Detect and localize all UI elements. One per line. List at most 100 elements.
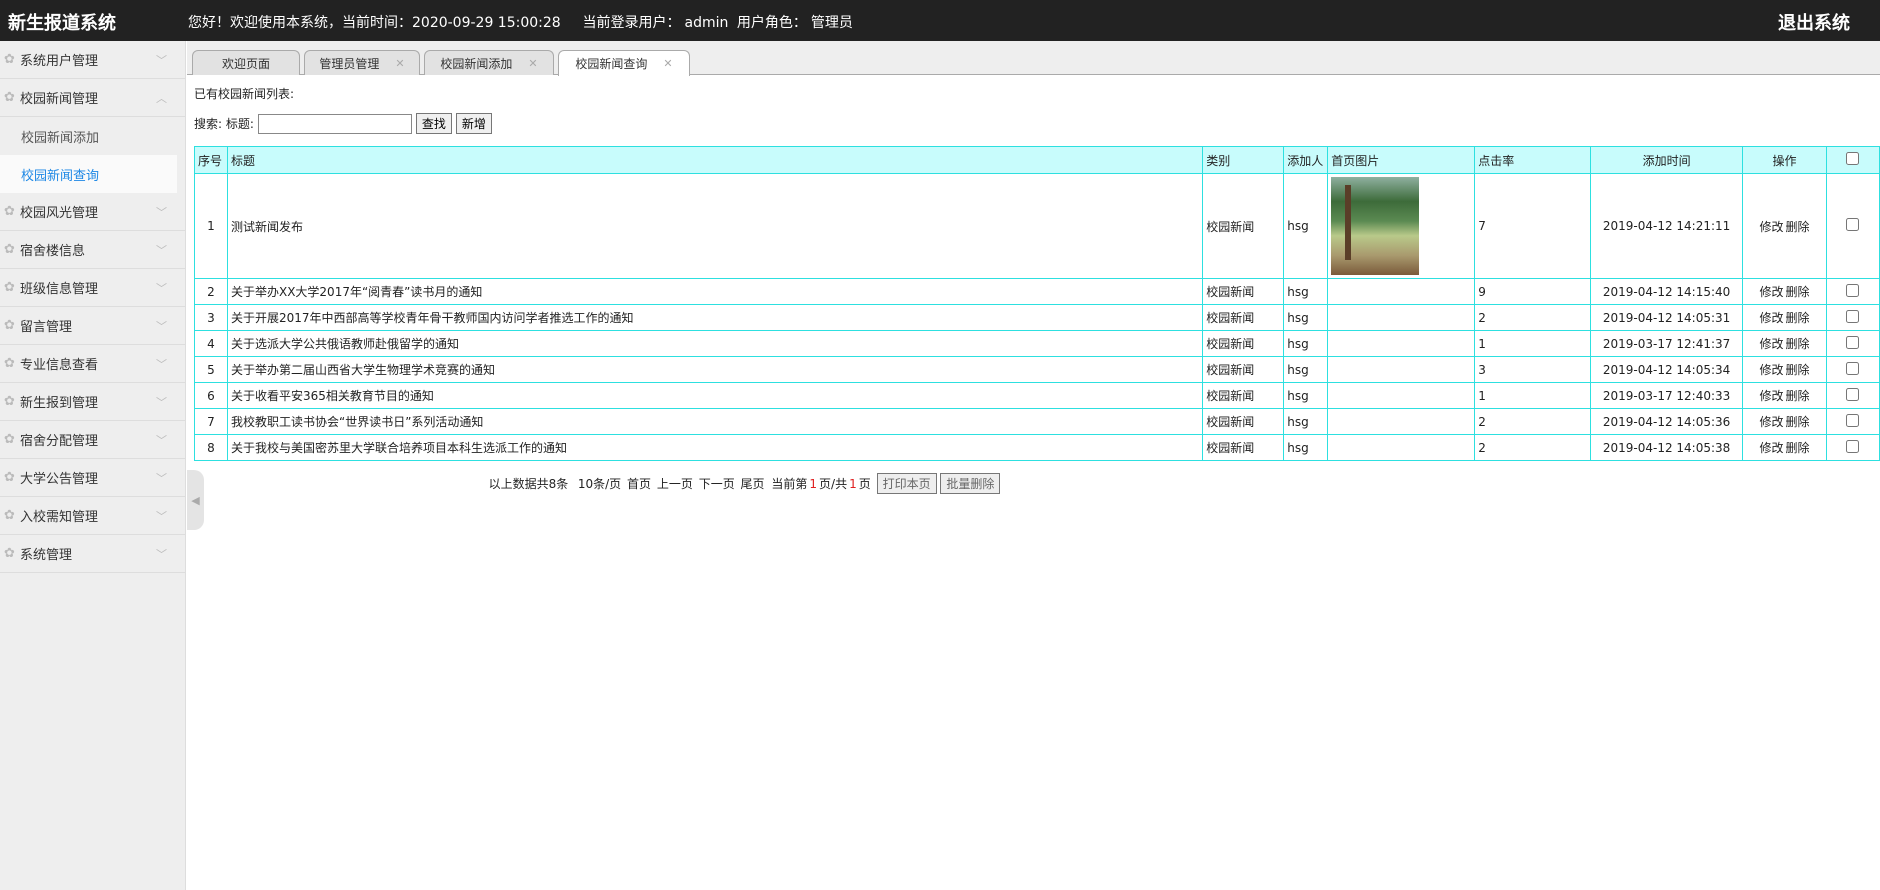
sidebar-item[interactable]: ✿ 留言管理 ﹀ (0, 307, 185, 345)
page-info: 当前第 1 页/共 1 页 (770, 477, 871, 491)
table-header: 序号 标题 类别 添加人 首页图片 点击率 添加时间 操作 (194, 146, 1880, 174)
row-select-cell (1825, 173, 1880, 279)
search-button[interactable]: 查找 (415, 113, 452, 134)
edit-link[interactable]: 修改 (1759, 220, 1783, 234)
first-page-link[interactable]: 首页 (627, 477, 651, 491)
role-label: 用户角色： (736, 15, 807, 31)
close-icon[interactable]: ✕ (528, 57, 537, 70)
delete-link[interactable]: 删除 (1786, 441, 1810, 455)
print-button[interactable]: 打印本页 (876, 473, 937, 494)
title-search-input[interactable] (257, 113, 412, 134)
col-actions: 操作 (1742, 146, 1827, 174)
row-select-cell (1825, 304, 1880, 331)
row-author: hsg (1283, 382, 1329, 409)
tab-admin-manage[interactable]: 管理员管理 ✕ (304, 50, 420, 75)
current-page: 1 (809, 477, 818, 491)
sidebar-item[interactable]: ✿ 大学公告管理 ﹀ (0, 459, 185, 497)
row-actions: 修改 删除 (1742, 173, 1827, 279)
sidebar-item-label: 系统管理 (20, 548, 73, 563)
gear-icon: ✿ (4, 546, 15, 561)
delete-link[interactable]: 删除 (1786, 337, 1810, 351)
sidebar-item[interactable]: ✿ 班级信息管理 ﹀ (0, 269, 185, 307)
row-image-cell (1327, 408, 1476, 435)
tab-news-query[interactable]: 校园新闻查询 ✕ (558, 50, 690, 76)
add-button[interactable]: 新增 (455, 113, 492, 134)
row-image-cell (1327, 278, 1476, 305)
row-clicks: 9 (1474, 278, 1592, 305)
sidebar-subitem[interactable]: 校园新闻添加 (0, 117, 185, 155)
row-no: 3 (194, 304, 228, 331)
sidebar-item[interactable]: ✿ 校园新闻管理 ︿ (0, 79, 185, 117)
delete-link[interactable]: 删除 (1786, 389, 1810, 403)
tab-news-add[interactable]: 校园新闻添加 ✕ (424, 50, 554, 75)
chevron-down-icon: ﹀ (156, 471, 167, 485)
delete-link[interactable]: 删除 (1786, 220, 1810, 234)
sidebar-item-label: 入校需知管理 (20, 510, 99, 525)
sidebar-item[interactable]: ✿ 宿舍楼信息 ﹀ (0, 231, 185, 269)
tab-welcome[interactable]: 欢迎页面 (192, 50, 300, 75)
delete-link[interactable]: 删除 (1786, 311, 1810, 325)
logout-button[interactable]: 退出系统 (1778, 9, 1850, 35)
list-title: 已有校园新闻列表: (194, 87, 295, 101)
row-checkbox[interactable] (1846, 387, 1860, 401)
row-author: hsg (1283, 356, 1329, 383)
delete-link[interactable]: 删除 (1786, 285, 1810, 299)
row-checkbox[interactable] (1846, 283, 1860, 297)
row-checkbox[interactable] (1846, 335, 1860, 349)
row-time: 2019-04-12 14:05:34 (1590, 356, 1744, 383)
sidebar-item-label: 新生报到管理 (20, 396, 99, 411)
row-checkbox[interactable] (1846, 413, 1860, 427)
chevron-down-icon: ﹀ (156, 395, 167, 409)
select-all-checkbox[interactable] (1846, 152, 1860, 165)
sidebar-item[interactable]: ✿ 入校需知管理 ﹀ (0, 497, 185, 535)
edit-link[interactable]: 修改 (1759, 441, 1783, 455)
sidebar-item[interactable]: ✿ 系统管理 ﹀ (0, 535, 185, 573)
sidebar-item[interactable]: ✿ 校园风光管理 ﹀ (0, 193, 185, 231)
row-checkbox[interactable] (1846, 439, 1860, 453)
row-clicks: 2 (1474, 304, 1592, 331)
table-row: 8 关于我校与美国密苏里大学联合培养项目本科生选派工作的通知 校园新闻 hsg … (194, 434, 1880, 461)
prev-page-link[interactable]: 上一页 (657, 477, 693, 491)
row-checkbox[interactable] (1846, 218, 1860, 231)
row-actions: 修改 删除 (1742, 382, 1827, 409)
edit-link[interactable]: 修改 (1759, 415, 1783, 429)
gear-icon: ✿ (4, 508, 15, 523)
close-icon[interactable]: ✕ (395, 57, 404, 70)
last-page-link[interactable]: 尾页 (741, 477, 765, 491)
edit-link[interactable]: 修改 (1759, 311, 1783, 325)
tab-bar: 欢迎页面 管理员管理 ✕ 校园新闻添加 ✕ 校园新闻查询 ✕ (187, 41, 1880, 76)
gear-icon: ✿ (4, 242, 15, 257)
sidebar-item[interactable]: ✿ 新生报到管理 ﹀ (0, 383, 185, 421)
row-image-cell (1327, 434, 1476, 461)
sidebar-subitem[interactable]: 校园新闻查询 (0, 155, 177, 193)
delete-link[interactable]: 删除 (1786, 415, 1810, 429)
row-title: 关于收看平安365相关教育节目的通知 (226, 382, 1204, 409)
page-prefix: 当前第 (771, 477, 808, 491)
row-checkbox[interactable] (1846, 361, 1860, 375)
edit-link[interactable]: 修改 (1759, 389, 1783, 403)
edit-link[interactable]: 修改 (1759, 363, 1783, 377)
page-size: 10条/页 (577, 477, 622, 491)
col-image: 首页图片 (1327, 146, 1476, 174)
row-category: 校园新闻 (1202, 330, 1285, 357)
edit-link[interactable]: 修改 (1759, 337, 1783, 351)
tab-label: 校园新闻添加 (440, 56, 513, 71)
edit-link[interactable]: 修改 (1759, 285, 1783, 299)
sidebar-item[interactable]: ✿ 专业信息查看 ﹀ (0, 345, 185, 383)
delete-link[interactable]: 删除 (1786, 363, 1810, 377)
next-page-link[interactable]: 下一页 (699, 477, 735, 491)
row-title: 关于我校与美国密苏里大学联合培养项目本科生选派工作的通知 (226, 434, 1204, 461)
batch-delete-button[interactable]: 批量删除 (940, 473, 1001, 494)
sidebar-item[interactable]: ✿ 系统用户管理 ﹀ (0, 41, 185, 79)
sidebar-item-label: 专业信息查看 (20, 358, 99, 373)
row-select-cell (1825, 434, 1880, 461)
sidebar-item-label: 校园风光管理 (20, 206, 99, 221)
row-select-cell (1825, 330, 1880, 357)
col-author: 添加人 (1283, 146, 1329, 174)
sidebar-item[interactable]: ✿ 宿舍分配管理 ﹀ (0, 421, 185, 459)
row-category: 校园新闻 (1202, 356, 1285, 383)
sidebar-item-label: 宿舍楼信息 (20, 244, 86, 259)
row-checkbox[interactable] (1846, 309, 1860, 323)
chevron-down-icon: ﹀ (156, 53, 167, 67)
close-icon[interactable]: ✕ (663, 57, 672, 70)
